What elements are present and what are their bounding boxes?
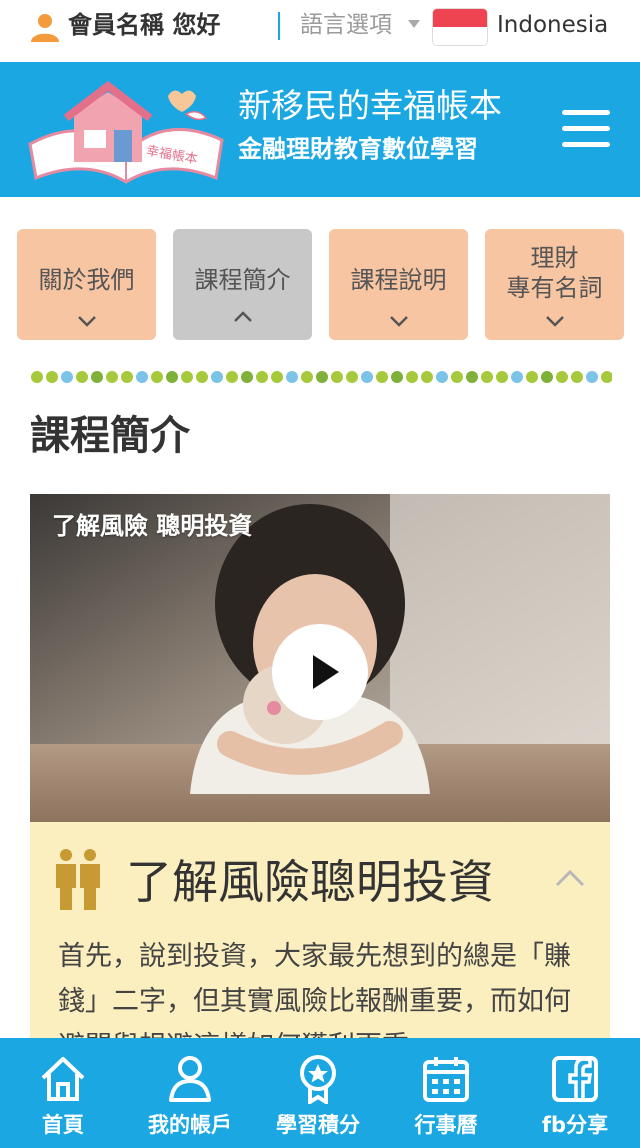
home-icon — [41, 1057, 85, 1101]
logo-book-house-icon[interactable]: 幸福帳本 — [26, 74, 226, 186]
member-greeting[interactable]: 會員名稱 您好 — [68, 8, 220, 42]
site-title: 新移民的幸福帳本 — [238, 86, 502, 125]
nav-about-us[interactable]: 關於我們 — [17, 229, 156, 340]
language-value[interactable]: Indonesia — [497, 8, 608, 42]
chevron-down-icon — [390, 316, 408, 327]
bottom-nav: 首頁 我的帳戶 學習積分 行事曆 fb分享 — [0, 1038, 640, 1148]
chevron-down-icon — [78, 316, 96, 327]
chevron-up-icon[interactable] — [554, 868, 586, 888]
chevron-down-icon — [546, 316, 564, 327]
course-info-panel: 了解風險聰明投資 首先，說到投資，大家最先想到的總是「賺錢」二字，但其實風險比報… — [30, 822, 610, 1052]
facebook-icon — [552, 1056, 598, 1102]
bottom-nav-label: 行事曆 — [414, 1113, 478, 1137]
site-header: 幸福帳本 新移民的幸福帳本 金融理財教育數位學習 — [0, 62, 640, 197]
page-title: 課程簡介 — [30, 413, 190, 459]
indonesia-flag-icon[interactable] — [433, 9, 487, 45]
video-overlay-title: 了解風險 聰明投資 — [52, 512, 253, 540]
nav-label: 課程簡介 — [194, 266, 291, 294]
bottom-nav-calendar[interactable]: 行事曆 — [382, 1038, 510, 1148]
bottom-nav-account[interactable]: 我的帳戶 — [126, 1038, 254, 1148]
play-icon — [313, 655, 339, 689]
play-button[interactable] — [272, 624, 368, 720]
nav-finance-terms[interactable]: 理財 專有名詞 — [485, 229, 624, 340]
chevron-up-icon — [234, 311, 252, 322]
language-label[interactable]: 語言選項 — [300, 8, 392, 42]
hamburger-icon[interactable] — [562, 110, 610, 150]
bottom-nav-fb-share[interactable]: fb分享 — [510, 1038, 640, 1148]
bottom-nav-label: fb分享 — [541, 1113, 609, 1137]
video-player[interactable]: 了解風險 聰明投資 — [30, 494, 610, 822]
info-title: 了解風險聰明投資 — [126, 855, 494, 909]
bottom-nav-label: 我的帳戶 — [148, 1113, 232, 1137]
dotted-divider — [31, 371, 612, 383]
people-icon — [56, 849, 100, 910]
bottom-nav-label: 首頁 — [42, 1113, 84, 1137]
caret-down-icon[interactable] — [408, 20, 420, 28]
nav-course-description[interactable]: 課程說明 — [329, 229, 468, 340]
divider — [278, 12, 280, 40]
nav-label: 理財 專有名詞 — [506, 244, 603, 302]
site-subtitle: 金融理財教育數位學習 — [238, 135, 478, 163]
user-icon — [169, 1056, 211, 1102]
nav-label: 關於我們 — [38, 266, 135, 294]
top-bar: 會員名稱 您好 語言選項 Indonesia — [0, 0, 640, 62]
bottom-nav-points[interactable]: 學習積分 — [254, 1038, 382, 1148]
member-icon[interactable] — [28, 10, 62, 44]
calendar-icon — [423, 1057, 469, 1102]
nav-course-intro[interactable]: 課程簡介 — [173, 229, 312, 340]
info-body: 首先，說到投資，大家最先想到的總是「賺錢」二字，但其實風險比報酬重要，而如何避開… — [58, 941, 571, 1052]
bottom-nav-label: 學習積分 — [276, 1113, 360, 1137]
nav-label: 課程說明 — [350, 266, 447, 294]
course-nav: 關於我們 課程簡介 課程說明 理財 專有名詞 — [17, 229, 624, 340]
medal-icon — [300, 1055, 336, 1104]
bottom-nav-home[interactable]: 首頁 — [0, 1038, 126, 1148]
